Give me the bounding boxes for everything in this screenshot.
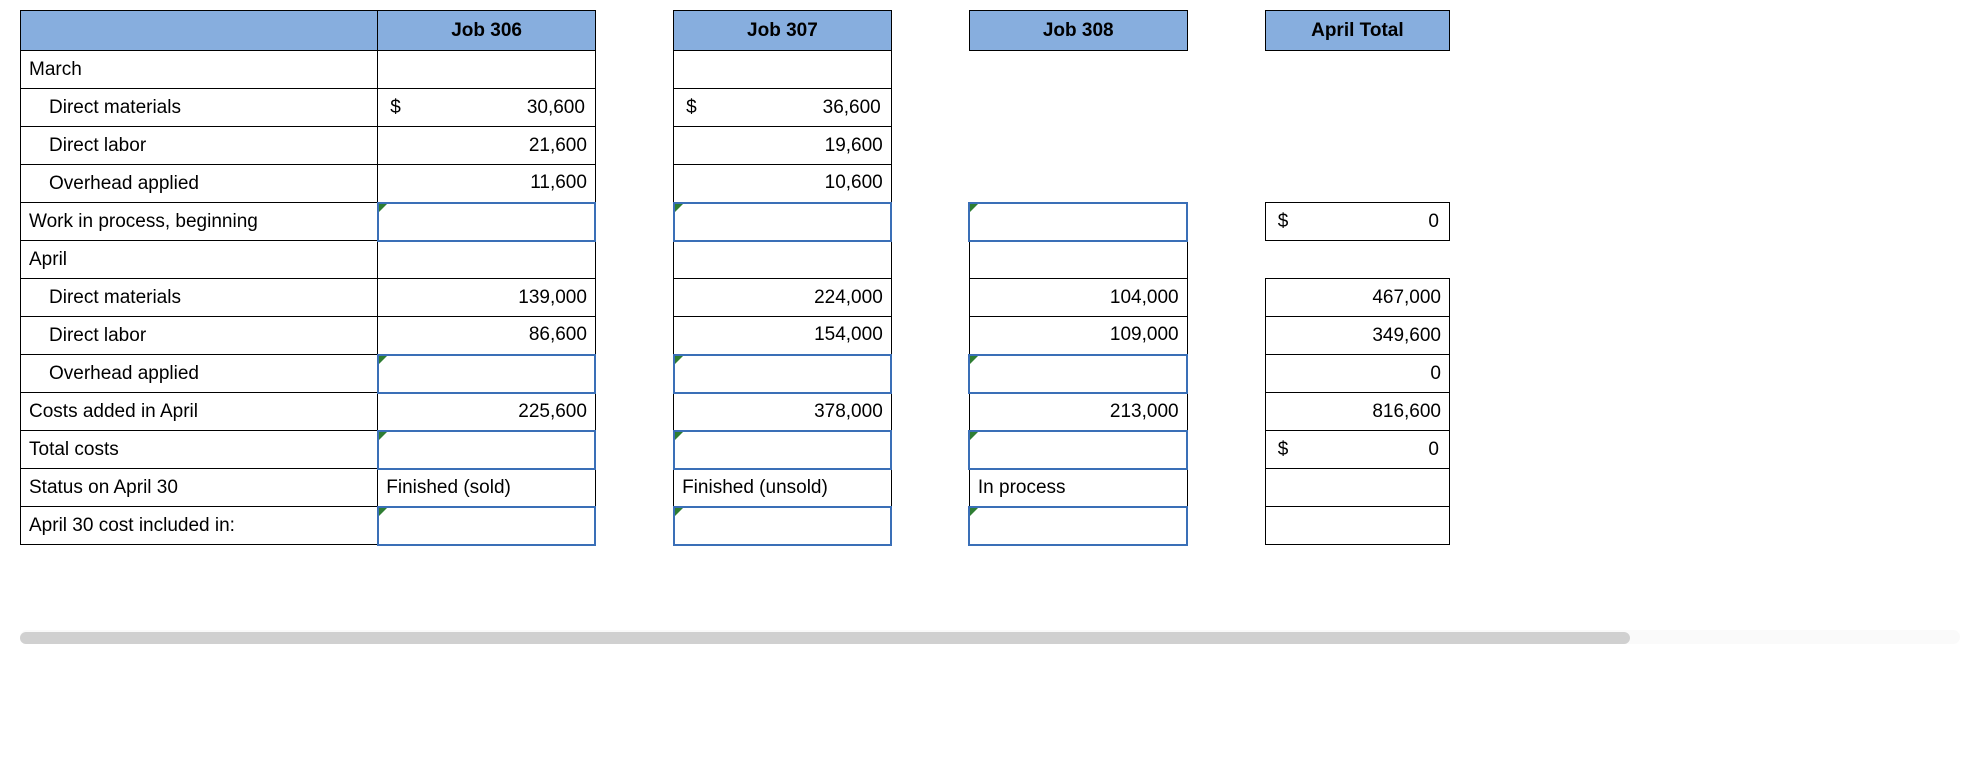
- label-total-costs: Total costs: [21, 431, 378, 469]
- label-april: April: [21, 241, 378, 279]
- cell-march-oh-306: 11,600: [378, 165, 596, 203]
- cell-costs-added-308: 213,000: [969, 393, 1187, 431]
- row-march-dl: Direct labor 21,600 19,600: [21, 127, 1450, 165]
- label-included-in: April 30 cost included in:: [21, 507, 378, 545]
- row-total-costs: Total costs $0: [21, 431, 1450, 469]
- input-april-oh-306[interactable]: [378, 355, 596, 393]
- input-included-306[interactable]: [378, 507, 596, 545]
- job-cost-table: Job 306 Job 307 Job 308 April Total Marc…: [20, 10, 1450, 546]
- row-march-dm: Direct materials $30,600 $36,600: [21, 89, 1450, 127]
- horizontal-scrollbar[interactable]: [20, 626, 1960, 648]
- cell-wip-total: $0: [1265, 203, 1449, 241]
- label-march: March: [21, 51, 378, 89]
- row-april-dl: Direct labor 86,600 154,000 109,000 349,…: [21, 317, 1450, 355]
- row-costs-added: Costs added in April 225,600 378,000 213…: [21, 393, 1450, 431]
- label-status: Status on April 30: [21, 469, 378, 507]
- label-costs-added: Costs added in April: [21, 393, 378, 431]
- input-included-307[interactable]: [674, 507, 892, 545]
- cell-costs-added-306: 225,600: [378, 393, 596, 431]
- cell-march-dl-307: 19,600: [674, 127, 892, 165]
- label-march-dm: Direct materials: [21, 89, 378, 127]
- input-total-307[interactable]: [674, 431, 892, 469]
- row-march: March: [21, 51, 1450, 89]
- input-wip-306[interactable]: [378, 203, 596, 241]
- row-march-oh: Overhead applied 11,600 10,600: [21, 165, 1450, 203]
- header-april-total: April Total: [1265, 11, 1449, 51]
- cell-total-costs-total: $0: [1265, 431, 1449, 469]
- cell-april-dl-308: 109,000: [969, 317, 1187, 355]
- cell-march-oh-307: 10,600: [674, 165, 892, 203]
- cell-april-dm-307: 224,000: [674, 279, 892, 317]
- input-included-308[interactable]: [969, 507, 1187, 545]
- cell-april-dm-total: 467,000: [1265, 279, 1449, 317]
- input-april-oh-307[interactable]: [674, 355, 892, 393]
- label-wip-begin: Work in process, beginning: [21, 203, 378, 241]
- cell-march-dm-307: $36,600: [674, 89, 892, 127]
- label-april-oh: Overhead applied: [21, 355, 378, 393]
- cell-april-dm-308: 104,000: [969, 279, 1187, 317]
- label-march-dl: Direct labor: [21, 127, 378, 165]
- cell-costs-added-total: 816,600: [1265, 393, 1449, 431]
- cell-april-dl-306: 86,600: [378, 317, 596, 355]
- header-job307: Job 307: [674, 11, 892, 51]
- cell-status-308: In process: [969, 469, 1187, 507]
- input-wip-308[interactable]: [969, 203, 1187, 241]
- header-blank: [21, 11, 378, 51]
- input-april-oh-308[interactable]: [969, 355, 1187, 393]
- row-included-in: April 30 cost included in:: [21, 507, 1450, 545]
- input-total-308[interactable]: [969, 431, 1187, 469]
- row-april-oh: Overhead applied 0: [21, 355, 1450, 393]
- cell-april-oh-total: 0: [1265, 355, 1449, 393]
- label-march-oh: Overhead applied: [21, 165, 378, 203]
- header-row: Job 306 Job 307 Job 308 April Total: [21, 11, 1450, 51]
- cell-status-306: Finished (sold): [378, 469, 596, 507]
- row-status: Status on April 30 Finished (sold) Finis…: [21, 469, 1450, 507]
- label-april-dm: Direct materials: [21, 279, 378, 317]
- cell-april-dm-306: 139,000: [378, 279, 596, 317]
- cell-status-307: Finished (unsold): [674, 469, 892, 507]
- header-job306: Job 306: [378, 11, 596, 51]
- label-april-dl: Direct labor: [21, 317, 378, 355]
- input-total-306[interactable]: [378, 431, 596, 469]
- cell-costs-added-307: 378,000: [674, 393, 892, 431]
- input-wip-307[interactable]: [674, 203, 892, 241]
- cell-march-dl-306: 21,600: [378, 127, 596, 165]
- row-april-dm: Direct materials 139,000 224,000 104,000…: [21, 279, 1450, 317]
- cell-april-dl-total: 349,600: [1265, 317, 1449, 355]
- row-wip-begin: Work in process, beginning $0: [21, 203, 1450, 241]
- row-april: April: [21, 241, 1450, 279]
- header-job308: Job 308: [969, 11, 1187, 51]
- cell-april-dl-307: 154,000: [674, 317, 892, 355]
- cell-march-dm-306: $30,600: [378, 89, 596, 127]
